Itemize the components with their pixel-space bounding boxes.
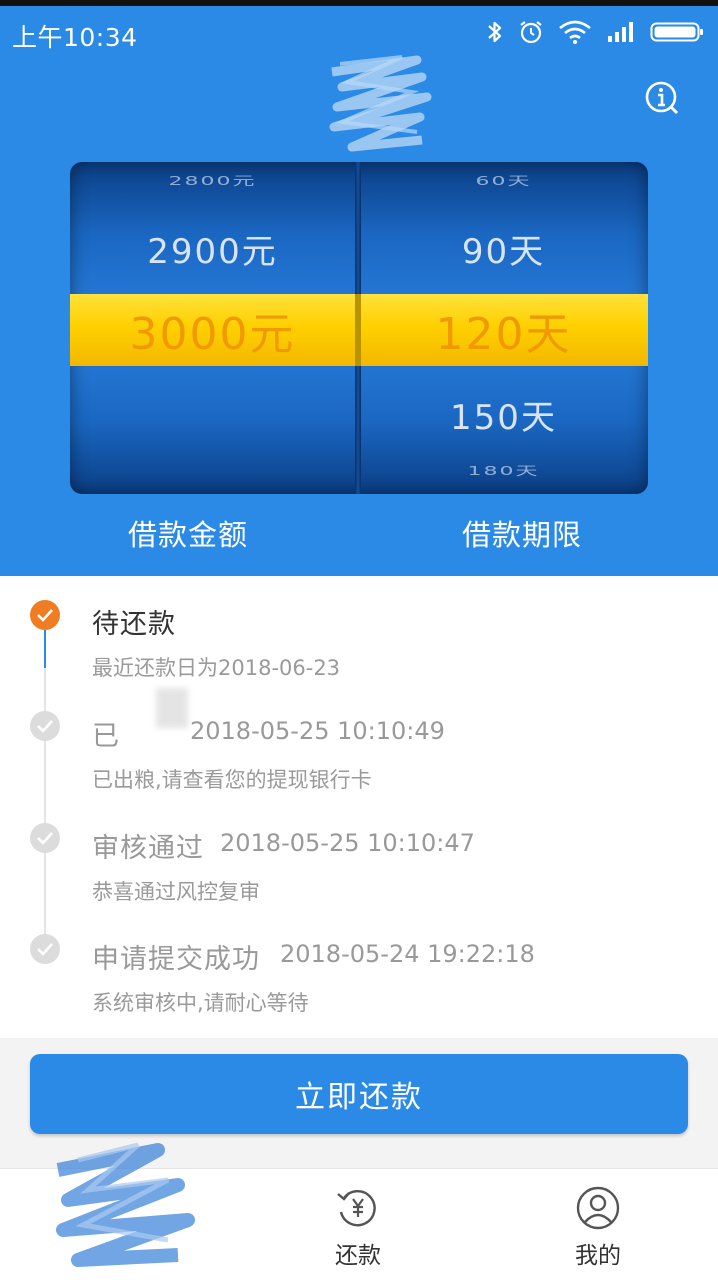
loan-picker[interactable]: 2800元 2900元 60天 90天 150天 180天 3000元 120天 — [70, 162, 648, 494]
redaction-smudge — [156, 688, 188, 728]
term-option[interactable]: 90天 — [361, 224, 646, 273]
info-icon[interactable] — [644, 80, 680, 116]
step-done-check-icon — [30, 711, 60, 741]
step-desc: 最近还款日为2018-06-23 — [92, 656, 341, 680]
nav-repay[interactable]: 还款 — [308, 1186, 408, 1270]
amount-label: 借款金额 — [128, 518, 249, 552]
user-profile-icon — [576, 1186, 620, 1230]
repay-now-button[interactable]: 立即还款 — [30, 1054, 688, 1134]
step-title: 待还款 — [92, 609, 176, 640]
status-icons — [486, 16, 704, 48]
term-option[interactable]: 60天 — [361, 171, 646, 189]
step-active-check-icon — [30, 600, 60, 630]
status-time: 上午10:34 — [12, 23, 138, 52]
step-time: 2018-05-25 10:10:49 — [190, 717, 445, 745]
term-option[interactable]: 150天 — [361, 390, 646, 439]
selection-band: 3000元 120天 — [70, 294, 648, 366]
timeline-line — [44, 668, 46, 948]
term-option[interactable]: 180天 — [361, 461, 646, 479]
nav-mine-label: 我的 — [575, 1243, 621, 1269]
battery-icon — [650, 22, 703, 42]
step-title: 审核通过 — [92, 833, 204, 864]
redaction-scribble — [56, 1142, 195, 1267]
step-title: 已 — [92, 721, 120, 752]
term-label: 借款期限 — [462, 518, 583, 552]
step-desc: 系统审核中,请耐心等待 — [92, 991, 309, 1015]
amount-option[interactable]: 2900元 — [70, 224, 355, 273]
nav-repay-label: 还款 — [335, 1243, 381, 1269]
selected-term[interactable]: 120天 — [361, 294, 646, 366]
step-desc: 已出粮,请查看您的提现银行卡 — [92, 768, 372, 792]
step-desc: 恭喜通过风控复审 — [92, 880, 260, 904]
step-time: 2018-05-25 10:10:47 — [220, 829, 475, 857]
redaction-scribble — [329, 55, 432, 152]
step-title: 申请提交成功 — [92, 944, 260, 975]
status-bar: 上午10:34 — [0, 6, 718, 58]
timeline-line-active — [44, 628, 46, 668]
step-done-check-icon — [30, 934, 60, 964]
nav-mine[interactable]: 我的 — [548, 1186, 648, 1270]
wifi-icon — [559, 20, 591, 44]
signal-icon — [608, 22, 633, 42]
selected-amount[interactable]: 3000元 — [70, 294, 355, 366]
step-done-check-icon — [30, 823, 60, 853]
repay-yen-icon — [337, 1190, 376, 1227]
step-time: 2018-05-24 19:22:18 — [280, 940, 535, 968]
amount-option[interactable]: 2800元 — [70, 171, 355, 189]
bluetooth-icon — [488, 21, 502, 43]
alarm-icon — [520, 21, 542, 44]
